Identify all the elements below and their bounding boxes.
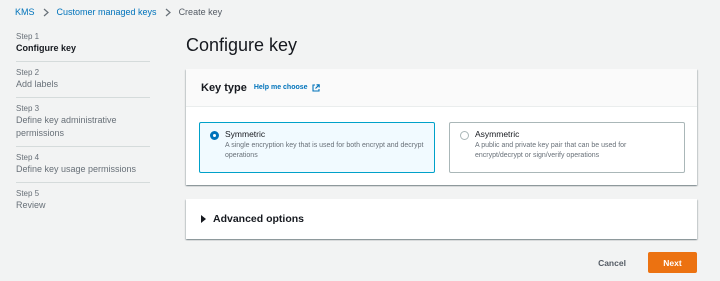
step-title: Define key usage permissions [16,164,137,174]
chevron-right-icon [165,8,171,17]
key-type-title: Key type [201,81,247,94]
help-link-label: Help me choose [253,84,308,91]
step-define-usage-permissions: Step 4 Define key usage permissions [16,147,150,183]
key-type-header: Key type Help me choose [186,69,697,107]
option-text: Symmetric A single encryption key that i… [225,129,426,172]
step-title: Review [16,200,46,210]
page-title: Configure key [186,35,298,55]
step-add-labels: Step 2 Add labels [16,62,150,98]
external-link-icon [311,83,320,92]
step-title: Configure key [16,43,77,53]
step-title: Add labels [16,79,59,89]
caret-right-icon [201,215,206,223]
key-type-options: Symmetric A single encryption key that i… [199,122,685,173]
advanced-options-title: Advanced options [213,213,305,225]
help-me-choose-link[interactable]: Help me choose [253,83,320,92]
option-text: Asymmetric A public and private key pair… [475,129,676,172]
option-label: Symmetric [225,129,266,139]
wizard-steps: Step 1 Configure key Step 2 Add labels S… [16,26,150,218]
breadcrumb: KMS Customer managed keys Create key [15,6,222,18]
chevron-right-icon [43,8,49,17]
next-button[interactable]: Next [648,252,697,273]
step-configure-key: Step 1 Configure key [16,26,150,62]
breadcrumb-current: Create key [178,7,223,17]
step-number: Step 2 [16,68,40,77]
step-number: Step 3 [16,104,40,113]
step-title: Define key administrative permissions [16,115,117,138]
option-description: A public and private key pair that can b… [475,142,627,159]
radio-symmetric[interactable] [210,131,219,140]
breadcrumb-kms-link[interactable]: KMS [15,6,35,18]
option-description: A single encryption key that is used for… [225,142,424,159]
option-asymmetric[interactable]: Asymmetric A public and private key pair… [449,122,685,173]
step-number: Step 1 [16,32,40,41]
step-review: Step 5 Review [16,183,150,218]
step-number: Step 4 [16,153,40,162]
step-define-admin-permissions: Step 3 Define key administrative permiss… [16,98,150,147]
option-symmetric[interactable]: Symmetric A single encryption key that i… [199,122,435,173]
option-label: Asymmetric [475,129,520,139]
key-type-panel: Key type Help me choose Symmetric A sing… [186,69,697,185]
breadcrumb-customer-managed-keys-link[interactable]: Customer managed keys [57,6,157,18]
advanced-options-expander[interactable]: Advanced options [186,199,697,239]
radio-asymmetric[interactable] [460,131,469,140]
cancel-button[interactable]: Cancel [585,254,639,272]
step-number: Step 5 [16,189,40,198]
